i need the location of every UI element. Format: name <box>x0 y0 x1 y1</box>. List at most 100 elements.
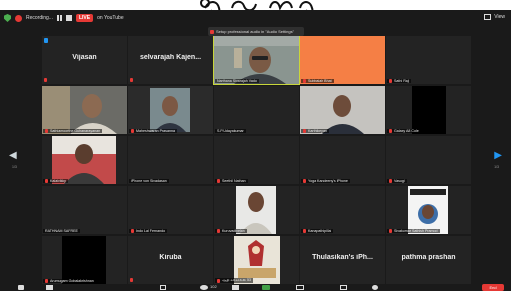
muted-mic-icon <box>389 79 392 83</box>
participant-tile[interactable]: RATHNAM SAFREE <box>42 186 127 234</box>
participants-icon[interactable] <box>200 285 208 290</box>
toast-text: Setup professional audio in "Audio Setti… <box>216 29 295 34</box>
participant-name: Narthana Sivarajah Vado <box>217 79 257 83</box>
participant-name: pathma prashan <box>401 254 456 261</box>
audio-icon <box>210 29 214 34</box>
view-button[interactable]: View <box>494 14 505 20</box>
participant-nametag: Sathiamoorthe Guhanarayanan <box>43 129 103 133</box>
next-page-arrow-icon[interactable]: ▶ <box>494 150 502 161</box>
muted-mic-icon <box>131 229 134 233</box>
participant-video-feed <box>386 86 471 134</box>
participant-tile[interactable]: Yoga Kandeeny's iPhone <box>300 136 385 184</box>
participant-tile[interactable]: Indo Lal Fernando <box>128 186 213 234</box>
participant-name: Galaxy A8 Cole <box>394 129 419 133</box>
stop-recording-button[interactable] <box>65 15 72 21</box>
participant-tile[interactable]: selvarajah Kajen... <box>128 36 213 84</box>
security-shield-icon[interactable] <box>4 14 11 22</box>
participant-name: Kuruvadivelan <box>222 229 245 233</box>
participant-name: Thulasikan's iPh... <box>312 254 373 261</box>
participant-tile[interactable]: iPhone von Sivadasan <box>128 136 213 184</box>
pause-recording-button[interactable] <box>56 15 62 21</box>
audio-settings-toast[interactable]: Setup professional audio in "Audio Setti… <box>208 27 304 36</box>
participant-nametag: Kuruvadivelan <box>215 229 247 233</box>
muted-mic-icon <box>45 129 48 133</box>
participant-tile[interactable]: Subbaiah Bhat <box>300 36 385 84</box>
participant-tile[interactable]: Sathi Raji <box>386 36 471 84</box>
participant-name: Seethil Nathan <box>222 179 246 183</box>
participant-video-feed <box>42 236 127 284</box>
reactions-icon[interactable] <box>372 285 378 290</box>
apps-icon[interactable] <box>340 285 347 290</box>
participant-tile[interactable]: Sathiamoorthe Guhanarayanan <box>42 86 127 134</box>
participant-tile[interactable]: Maheshwaran Prasanna <box>128 86 213 134</box>
participant-video-feed <box>214 186 299 234</box>
chat-icon[interactable] <box>232 285 239 290</box>
participant-name: Kanapathipillai <box>308 229 332 233</box>
participant-name: Indo Lal Fernando <box>136 229 166 233</box>
participant-name: ஆதி கரிகாலன் 53 <box>222 278 252 282</box>
recording-indicator-icon <box>15 14 22 22</box>
participant-nametag: Yoga Kandeeny's iPhone <box>301 179 350 183</box>
participant-name: Kiruba <box>159 254 182 261</box>
muted-mic-icon <box>131 129 134 133</box>
participant-nametag: Galaxy A8 Cole <box>387 129 421 133</box>
participant-nametag: Vasugi <box>387 179 407 183</box>
view-grid-icon[interactable] <box>484 14 492 20</box>
participant-tile[interactable]: pathma prashan <box>386 236 471 284</box>
participant-tile[interactable]: Galaxy A8 Cole <box>386 86 471 134</box>
participant-tile[interactable]: Thulasikan's iPh... <box>300 236 385 284</box>
end-meeting-button[interactable]: End <box>482 284 504 291</box>
participant-nametag: Indo Lal Fernando <box>129 229 168 233</box>
participant-name: Sathi Raji <box>394 79 410 83</box>
share-screen-icon[interactable] <box>262 285 270 290</box>
participant-nametag: iPhone von Sivadasan <box>129 179 169 183</box>
participant-tile[interactable]: Kanapathipillai <box>300 186 385 234</box>
participant-name: Sivakumar Sathish Pramod <box>394 229 438 233</box>
participant-tile[interactable]: ஆதி கரிகாலன் 53 <box>214 236 299 284</box>
participant-name: Maheshwaran Prasanna <box>136 129 175 133</box>
participant-name: Subbaiah Bhat <box>308 79 332 83</box>
participant-video-feed <box>42 86 127 134</box>
participant-name: Karthikeyan <box>308 129 327 133</box>
participant-tile-active-speaker[interactable]: Narthana Sivarajah Vado <box>213 35 300 85</box>
participant-name: Vijasan <box>72 54 97 61</box>
muted-mic-icon <box>130 278 133 282</box>
record-icon[interactable] <box>296 285 304 290</box>
participant-nametag: Seethil Nathan <box>215 179 248 183</box>
participant-video-feed <box>128 86 213 134</box>
participant-video-feed <box>214 36 299 84</box>
muted-mic-icon <box>389 129 392 133</box>
muted-mic-icon <box>303 79 306 83</box>
participant-tile[interactable]: Kuruvadivelan <box>214 186 299 234</box>
participant-profile-poster <box>386 186 471 234</box>
tamil-script-banner-graphic <box>200 0 314 10</box>
participant-tile[interactable]: Kalaivikky <box>42 136 127 184</box>
left-page-indicator: 1/3 <box>12 165 17 169</box>
participant-nametag: Maheshwaran Prasanna <box>129 129 177 133</box>
participant-nametag: Kalaivikky <box>43 179 68 183</box>
youtube-stream-dropdown[interactable]: on YouTube <box>97 15 124 21</box>
participant-video-feed <box>300 86 385 134</box>
participant-name: Arumugam Gobalakrishnan <box>50 279 94 283</box>
participant-profile-image <box>214 236 299 284</box>
participant-tile[interactable]: Seethil Nathan <box>214 136 299 184</box>
mute-mic-icon[interactable] <box>18 285 24 290</box>
participant-nametag: Sivakumar Sathish Pramod <box>387 229 440 233</box>
participant-nametag: Subbaiah Bhat <box>301 79 334 83</box>
participant-tile[interactable]: Sivakumar Sathish Pramod <box>386 186 471 234</box>
participant-tile[interactable]: Vijasan <box>42 36 127 84</box>
participant-tile[interactable]: Kiruba <box>128 236 213 284</box>
participant-tile[interactable]: Vasugi <box>386 136 471 184</box>
stop-video-icon[interactable] <box>46 285 53 290</box>
participant-name: RATHNAM SAFREE <box>45 229 78 233</box>
previous-page-arrow-icon[interactable]: ◀ <box>9 150 17 161</box>
muted-mic-icon <box>217 278 220 283</box>
participant-name: Yoga Kandeeny's iPhone <box>308 179 348 183</box>
participant-tile[interactable]: S.P.Udayakumar <box>214 86 299 134</box>
participant-name: Sathiamoorthe Guhanarayanan <box>50 129 101 133</box>
security-icon[interactable] <box>160 285 166 290</box>
participant-nametag: Sathi Raji <box>387 79 412 83</box>
muted-mic-icon <box>217 229 220 233</box>
participant-tile[interactable]: Arumugam Gobalakrishnan <box>42 236 127 284</box>
participant-tile[interactable]: Karthikeyan <box>300 86 385 134</box>
